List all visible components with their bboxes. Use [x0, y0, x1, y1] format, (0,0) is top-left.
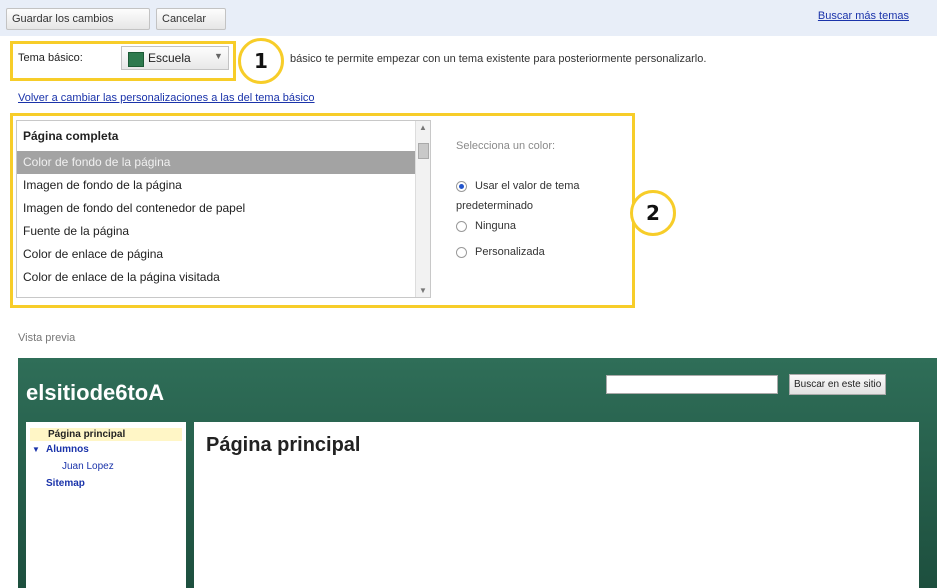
callout-1: 1: [238, 38, 284, 84]
more-themes-link[interactable]: Buscar más temas: [818, 10, 909, 22]
theme-description: básico te permite empezar con un tema ex…: [290, 53, 707, 65]
site-content: Página principal: [194, 422, 919, 588]
toolbar: Guardar los cambios Cancelar Buscar más …: [0, 0, 937, 36]
site-sidebar: Página principal ▼ Alumnos Juan Lopez Si…: [26, 422, 186, 588]
save-button[interactable]: Guardar los cambios: [6, 8, 150, 30]
expand-arrow-icon[interactable]: ▼: [32, 445, 40, 454]
highlight-box-1: [10, 41, 236, 81]
preview-label: Vista previa: [18, 332, 76, 344]
site-search-input[interactable]: [606, 375, 778, 394]
site-title[interactable]: elsitiode6toA: [26, 380, 164, 406]
nav-item-home[interactable]: Página principal: [30, 428, 182, 441]
page-title: Página principal: [206, 434, 361, 456]
nav-item-juan-lopez[interactable]: Juan Lopez: [62, 461, 114, 472]
site-search-button[interactable]: Buscar en este sitio: [789, 374, 887, 395]
nav-item-alumnos[interactable]: Alumnos: [46, 444, 89, 455]
callout-2: 2: [630, 190, 676, 236]
revert-customizations-link[interactable]: Volver a cambiar las personalizaciones a…: [18, 92, 315, 104]
cancel-button[interactable]: Cancelar: [156, 8, 226, 30]
nav-item-sitemap[interactable]: Sitemap: [46, 478, 85, 489]
highlight-box-2: [10, 113, 635, 308]
